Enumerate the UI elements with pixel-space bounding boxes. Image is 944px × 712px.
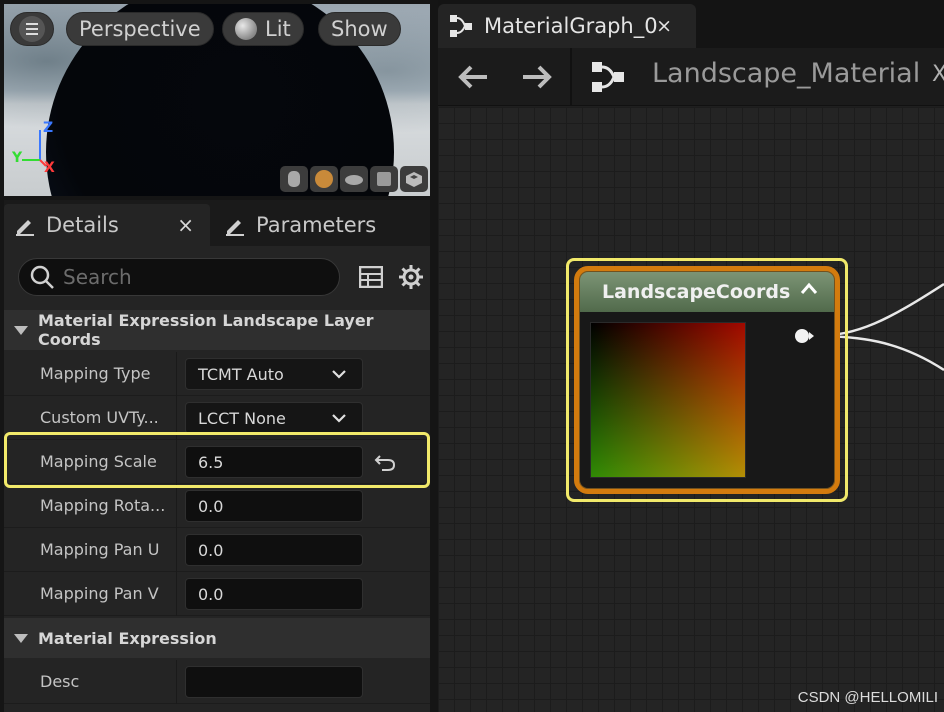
node-header[interactable]: LandscapeCoords [580,272,834,312]
collapse-triangle-icon [14,325,28,335]
search-input[interactable] [63,265,323,289]
preview-cylinder-button[interactable] [280,166,308,192]
axis-x-label: X [44,160,55,176]
cube-icon [377,172,391,186]
tab-details-label: Details [46,213,119,237]
forward-button[interactable] [520,62,554,92]
chevron-down-icon [332,370,346,379]
mapping-rotation-input[interactable]: 0.0 [185,490,363,522]
chevron-down-icon [332,414,346,423]
section-title: Material Expression [38,628,217,648]
property-row-mapping-rotation: Mapping Rota... 0.0 [4,484,430,528]
dropdown-value: TCMT Auto [198,364,284,384]
graph-icon [592,62,624,92]
viewport-menu-button[interactable] [10,12,54,46]
lit-sphere-icon [235,18,257,40]
collapse-triangle-icon [14,633,28,643]
preview-cube-button[interactable] [370,166,398,192]
settings-button[interactable] [396,262,426,292]
pencil-icon [226,220,244,236]
show-button[interactable]: Show [318,12,401,46]
breadcrumb-separator [570,48,572,106]
material-preview-viewport[interactable]: Perspective Lit Show Z Y X [4,4,430,196]
property-label: Mapping Rota... [40,496,166,515]
perspective-button[interactable]: Perspective [66,12,214,46]
table-icon [359,266,383,288]
mapping-type-dropdown[interactable]: TCMT Auto [185,358,363,390]
graph-tabbar: MaterialGraph_0 × [438,0,944,48]
tab-material-graph-label: MaterialGraph_0 [484,14,658,38]
tab-details[interactable]: Details × [4,204,210,246]
gear-icon [399,265,423,289]
input-value: 0.0 [198,540,224,560]
tab-parameters-label: Parameters [256,213,377,237]
section-header-landscape-layer-coords[interactable]: Material Expression Landscape Layer Coor… [4,310,430,350]
details-panel: Details × Parameters Search Material Exp… [4,200,430,712]
highlight-box [4,432,430,488]
mapping-pan-u-input[interactable]: 0.0 [185,534,363,566]
lit-button[interactable]: Lit [222,12,304,46]
search-box[interactable] [18,258,340,296]
details-tabbar: Details × Parameters [4,200,430,246]
watermark-text: CSDN @HELLOMILI [797,689,938,706]
close-icon[interactable]: × [177,213,194,237]
property-row-mapping-pan-v: Mapping Pan V 0.0 [4,572,430,616]
dropdown-value: LCCT None [198,408,286,428]
axis-y-label: Y [12,150,23,166]
input-value: 0.0 [198,496,224,516]
property-label: Mapping Type [40,364,151,383]
input-value: 0.0 [198,584,224,604]
arrow-left-icon [458,65,487,89]
close-icon[interactable]: × [656,15,672,37]
mapping-pan-v-input[interactable]: 0.0 [185,578,363,610]
preview-plane-button[interactable] [340,166,368,192]
material-graph-editor: MaterialGraph_0 × Landscape_Material X L… [438,0,944,712]
tab-parameters[interactable]: Parameters [214,204,430,246]
property-row-mapping-pan-u: Mapping Pan U 0.0 [4,528,430,572]
column-divider[interactable] [176,572,177,616]
node-preview-thumbnail [590,322,746,478]
table-view-button[interactable] [356,262,386,292]
search-icon [30,265,54,289]
breadcrumb-tail: X [932,62,944,87]
property-label: Mapping Pan V [40,584,159,603]
column-divider[interactable] [176,484,177,528]
hamburger-icon [19,16,45,42]
back-button[interactable] [456,62,490,92]
property-row-mapping-type: Mapping Type TCMT Auto [4,352,430,396]
axis-z-label: Z [43,120,54,136]
lit-label: Lit [265,17,291,41]
column-divider[interactable] [176,660,177,704]
cylinder-icon [288,171,300,187]
breadcrumb-title[interactable]: Landscape_Material [652,58,920,89]
property-label: Desc [40,672,80,691]
property-row-desc: Desc [4,660,430,704]
pencil-icon [16,220,34,236]
preview-sphere-button[interactable] [310,166,338,192]
breadcrumb: Landscape_Material [438,48,944,106]
section-title: Material Expression Landscape Layer Coor… [38,311,374,349]
arrow-right-icon [523,65,552,89]
show-label: Show [331,17,388,41]
column-divider[interactable] [176,352,177,396]
sphere-icon [315,170,333,188]
section-header-material-expression[interactable]: Material Expression [4,618,430,658]
custom-mesh-icon [406,172,422,187]
tab-material-graph[interactable]: MaterialGraph_0 × [438,4,696,48]
column-divider[interactable] [176,528,177,572]
custom-uv-type-dropdown[interactable]: LCCT None [185,402,363,434]
axis-gizmo: Z Y X [10,120,70,182]
output-pin-icon[interactable] [794,327,814,345]
perspective-label: Perspective [79,17,201,41]
preview-custom-mesh-button[interactable] [400,166,428,192]
chevron-up-icon[interactable] [800,280,818,298]
preview-shape-toolbar [280,166,428,192]
graph-icon [450,15,472,37]
node-title: LandscapeCoords [602,281,791,303]
property-label: Mapping Pan U [40,540,160,559]
desc-input[interactable] [185,666,363,698]
plane-icon [345,175,363,185]
